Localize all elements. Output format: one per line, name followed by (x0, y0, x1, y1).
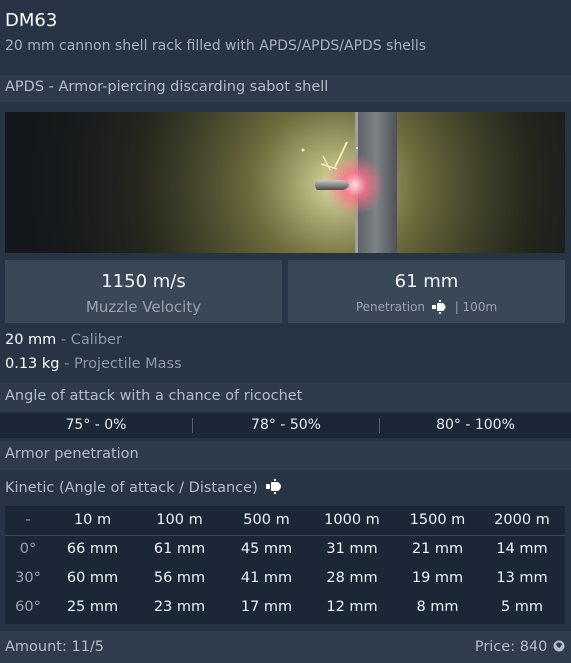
penetration-caption: Penetration | 100m (288, 300, 565, 314)
table-cell: 17 mm (240, 599, 293, 615)
silver-lions-icon (552, 639, 566, 653)
ricochet-heading: Angle of attack with a chance of ricoche… (5, 388, 303, 404)
penetration-stat: 61 mm Penetration | 100m (288, 260, 565, 323)
muzzle-velocity-value: 1150 m/s (101, 271, 186, 292)
price-label: Price: 840 (474, 639, 548, 655)
penetration-distance: | 100m (454, 300, 498, 314)
shell-impact-preview (5, 112, 565, 253)
ricochet-chances: 75° - 0% 78° - 50% 80° - 100% (0, 413, 571, 438)
column-header: 100 m (156, 512, 203, 528)
shell-name: DM63 (5, 10, 58, 31)
row-angle: 30° (15, 570, 41, 586)
row-angle: 60° (15, 599, 41, 615)
ricochet-cell: 80° - 100% (436, 417, 515, 433)
table-cell: 14 mm (496, 541, 548, 557)
kinetic-label: Kinetic (Angle of attack / Distance) (5, 480, 258, 496)
table-cell: 23 mm (153, 599, 206, 615)
armor-penetration-heading: Armor penetration (5, 446, 139, 462)
table-cell: 31 mm (326, 541, 378, 557)
table-cell: 21 mm (411, 541, 464, 557)
row-angle: 0° (19, 541, 37, 557)
ricochet-cell: 75° - 0% (65, 417, 127, 433)
column-header: 1500 m (409, 512, 466, 528)
shell-type-band: APDS - Armor-piercing discarding sabot s… (0, 75, 571, 102)
table-cell: 61 mm (153, 541, 206, 557)
armor-penetration-band: Armor penetration (0, 441, 571, 470)
table-cell: 8 mm (416, 599, 459, 615)
table-cell: 28 mm (326, 570, 378, 586)
amount-label: Amount: 11/5 (5, 639, 105, 655)
table-cell: 13 mm (496, 570, 548, 586)
table-cell: 41 mm (240, 570, 293, 586)
penetration-label: Penetration (355, 300, 426, 314)
header-divider (5, 535, 565, 536)
caliber-label: Caliber (70, 332, 122, 348)
table-cell: 12 mm (326, 599, 378, 615)
mass-value: 0.13 kg (5, 356, 60, 372)
shell-penetration-icon (431, 300, 449, 314)
kinetic-caption: Kinetic (Angle of attack / Distance) (5, 479, 285, 496)
projectile-mass-row: 0.13 kg - Projectile Mass (5, 356, 182, 372)
shell-rack-description: 20 mm cannon shell rack filled with APDS… (5, 38, 426, 54)
table-cell: 19 mm (411, 570, 464, 586)
table-cell: 5 mm (500, 599, 544, 615)
table-cell: 45 mm (240, 541, 293, 557)
muzzle-velocity-label: Muzzle Velocity (85, 298, 202, 316)
price-display: Price: 840 (475, 639, 566, 655)
caliber-row: 20 mm - Caliber (5, 332, 122, 348)
table-corner: - (25, 512, 31, 528)
penetration-value: 61 mm (394, 271, 459, 292)
muzzle-velocity-stat: 1150 m/s Muzzle Velocity (5, 260, 282, 323)
impact-illustration (5, 112, 565, 253)
table-cell: 56 mm (153, 570, 206, 586)
shell-penetration-icon (265, 479, 285, 494)
column-header: 2000 m (494, 512, 550, 528)
mass-label: Projectile Mass (73, 356, 182, 372)
table-cell: 25 mm (66, 599, 119, 615)
armor-penetration-table: - 10 m 100 m 500 m 1000 m 1500 m 2000 m … (5, 506, 565, 624)
caliber-separator: - (56, 332, 71, 348)
ricochet-cell: 78° - 50% (251, 417, 321, 433)
mass-separator: - (59, 356, 74, 372)
shell-type-label: APDS - Armor-piercing discarding sabot s… (5, 79, 329, 95)
caliber-value: 20 mm (5, 332, 57, 348)
column-header: 1000 m (324, 512, 380, 528)
column-header: 500 m (243, 512, 290, 528)
footer-bar: Amount: 11/5 Price: 840 (0, 631, 571, 663)
ricochet-band: Angle of attack with a chance of ricoche… (0, 383, 571, 412)
table-cell: 60 mm (66, 570, 119, 586)
column-header: 10 m (73, 512, 112, 528)
table-cell: 66 mm (66, 541, 119, 557)
